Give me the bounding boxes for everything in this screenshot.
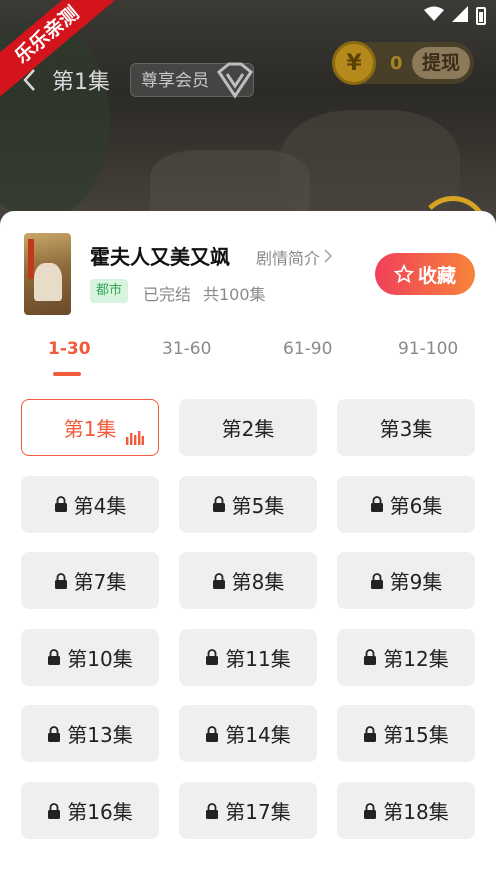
chevron-right-icon [324, 248, 333, 267]
episode-panel: 霍夫人又美又飒 剧情简介 都市 已完结 共100集 收藏 1-30 31-60 … [0, 211, 496, 881]
lock-icon [48, 726, 61, 742]
episode-label: 第17集 [225, 800, 291, 824]
episode-button[interactable]: 第18集 [337, 782, 475, 839]
episode-label: 第12集 [383, 646, 449, 671]
tab-range-1[interactable]: 1-30 [48, 339, 91, 359]
favorite-button[interactable]: 收藏 [375, 253, 475, 295]
vip-label: 尊享会员 [141, 71, 209, 91]
lock-icon [364, 649, 377, 666]
episode-button[interactable]: 第11集 [179, 628, 317, 686]
withdraw-button[interactable]: 提现 [411, 47, 470, 79]
tab-range-2[interactable]: 31-60 [162, 339, 211, 359]
battery-icon [476, 7, 486, 25]
episode-title: 第1集 [52, 70, 110, 95]
episode-label: 第5集 [231, 493, 285, 518]
episode-button[interactable]: 第9集 [337, 552, 475, 610]
coin-wallet[interactable]: ¥ 0 提现 [332, 41, 474, 85]
lock-icon [370, 496, 383, 513]
episode-button[interactable]: 第5集 [179, 475, 317, 533]
genre-tag: 都市 [90, 279, 129, 303]
episode-button[interactable]: 第10集 [21, 628, 159, 686]
episode-label: 第14集 [225, 723, 291, 748]
lock-icon [212, 572, 225, 589]
tab-range-4[interactable]: 91-100 [398, 339, 458, 359]
lock-icon [206, 726, 219, 742]
drama-cover[interactable] [24, 233, 71, 315]
episode-button[interactable]: 第4集 [21, 475, 159, 533]
episode-button[interactable]: 第14集 [179, 705, 317, 763]
episode-label: 第15集 [383, 723, 449, 748]
lock-icon [48, 649, 61, 666]
playing-icon [126, 431, 144, 445]
episode-button[interactable]: 第15集 [337, 705, 475, 763]
lock-icon [54, 496, 67, 513]
episode-label: 第6集 [389, 493, 443, 518]
synopsis-link[interactable]: 剧情简介 [256, 245, 333, 269]
player-topbar: 第1集 尊享会员 [22, 62, 254, 99]
lock-icon [54, 572, 67, 589]
episode-button[interactable]: 第12集 [337, 628, 475, 686]
episode-label: 第8集 [231, 570, 285, 595]
episode-button[interactable]: 第16集 [21, 782, 159, 839]
episode-label: 第11集 [225, 646, 291, 671]
episode-button[interactable]: 第2集 [179, 399, 317, 456]
lock-icon [48, 802, 61, 819]
episode-label: 第16集 [67, 800, 133, 824]
status-bar [424, 6, 486, 26]
episode-button[interactable]: 第8集 [179, 552, 317, 610]
episode-label: 第9集 [389, 570, 443, 595]
vip-badge[interactable]: 尊享会员 [130, 62, 254, 99]
wifi-icon [424, 6, 444, 26]
back-icon[interactable] [22, 62, 44, 98]
episode-button[interactable]: 第13集 [21, 705, 159, 763]
episode-label: 第10集 [67, 646, 133, 671]
episode-label: 第7集 [73, 570, 127, 595]
coin-icon: ¥ [332, 41, 376, 85]
vip-gem-icon [216, 62, 254, 99]
lock-icon [364, 802, 377, 819]
episode-button[interactable]: 第3集 [337, 399, 475, 456]
drama-header: 霍夫人又美又飒 剧情简介 都市 已完结 共100集 收藏 [24, 233, 484, 317]
lock-icon [206, 802, 219, 819]
star-icon [393, 264, 414, 284]
drama-title: 霍夫人又美又飒 [90, 245, 230, 269]
video-background[interactable] [0, 0, 496, 230]
episode-count: 共100集 [203, 285, 266, 304]
coin-count: 0 [390, 52, 403, 74]
episode-button[interactable]: 第17集 [179, 782, 317, 839]
episode-button[interactable]: 第7集 [21, 552, 159, 610]
tab-range-3[interactable]: 61-90 [283, 339, 332, 359]
lock-icon [364, 726, 377, 742]
tab-indicator [53, 372, 81, 376]
lock-icon [212, 496, 225, 513]
episode-label: 第18集 [383, 800, 449, 824]
episode-label: 第2集 [221, 417, 275, 441]
synopsis-label: 剧情简介 [256, 249, 321, 268]
lock-icon [206, 649, 219, 666]
lock-icon [370, 572, 383, 589]
episode-button[interactable]: 第6集 [337, 475, 475, 533]
favorite-label: 收藏 [417, 264, 456, 287]
episode-label: 第1集 [63, 417, 117, 441]
signal-icon [452, 6, 468, 26]
episode-label: 第13集 [67, 723, 133, 748]
episode-button[interactable]: 第1集 [21, 399, 159, 456]
episode-label: 第4集 [73, 493, 127, 518]
completion-status: 已完结 [143, 285, 192, 304]
episode-label: 第3集 [379, 417, 433, 441]
